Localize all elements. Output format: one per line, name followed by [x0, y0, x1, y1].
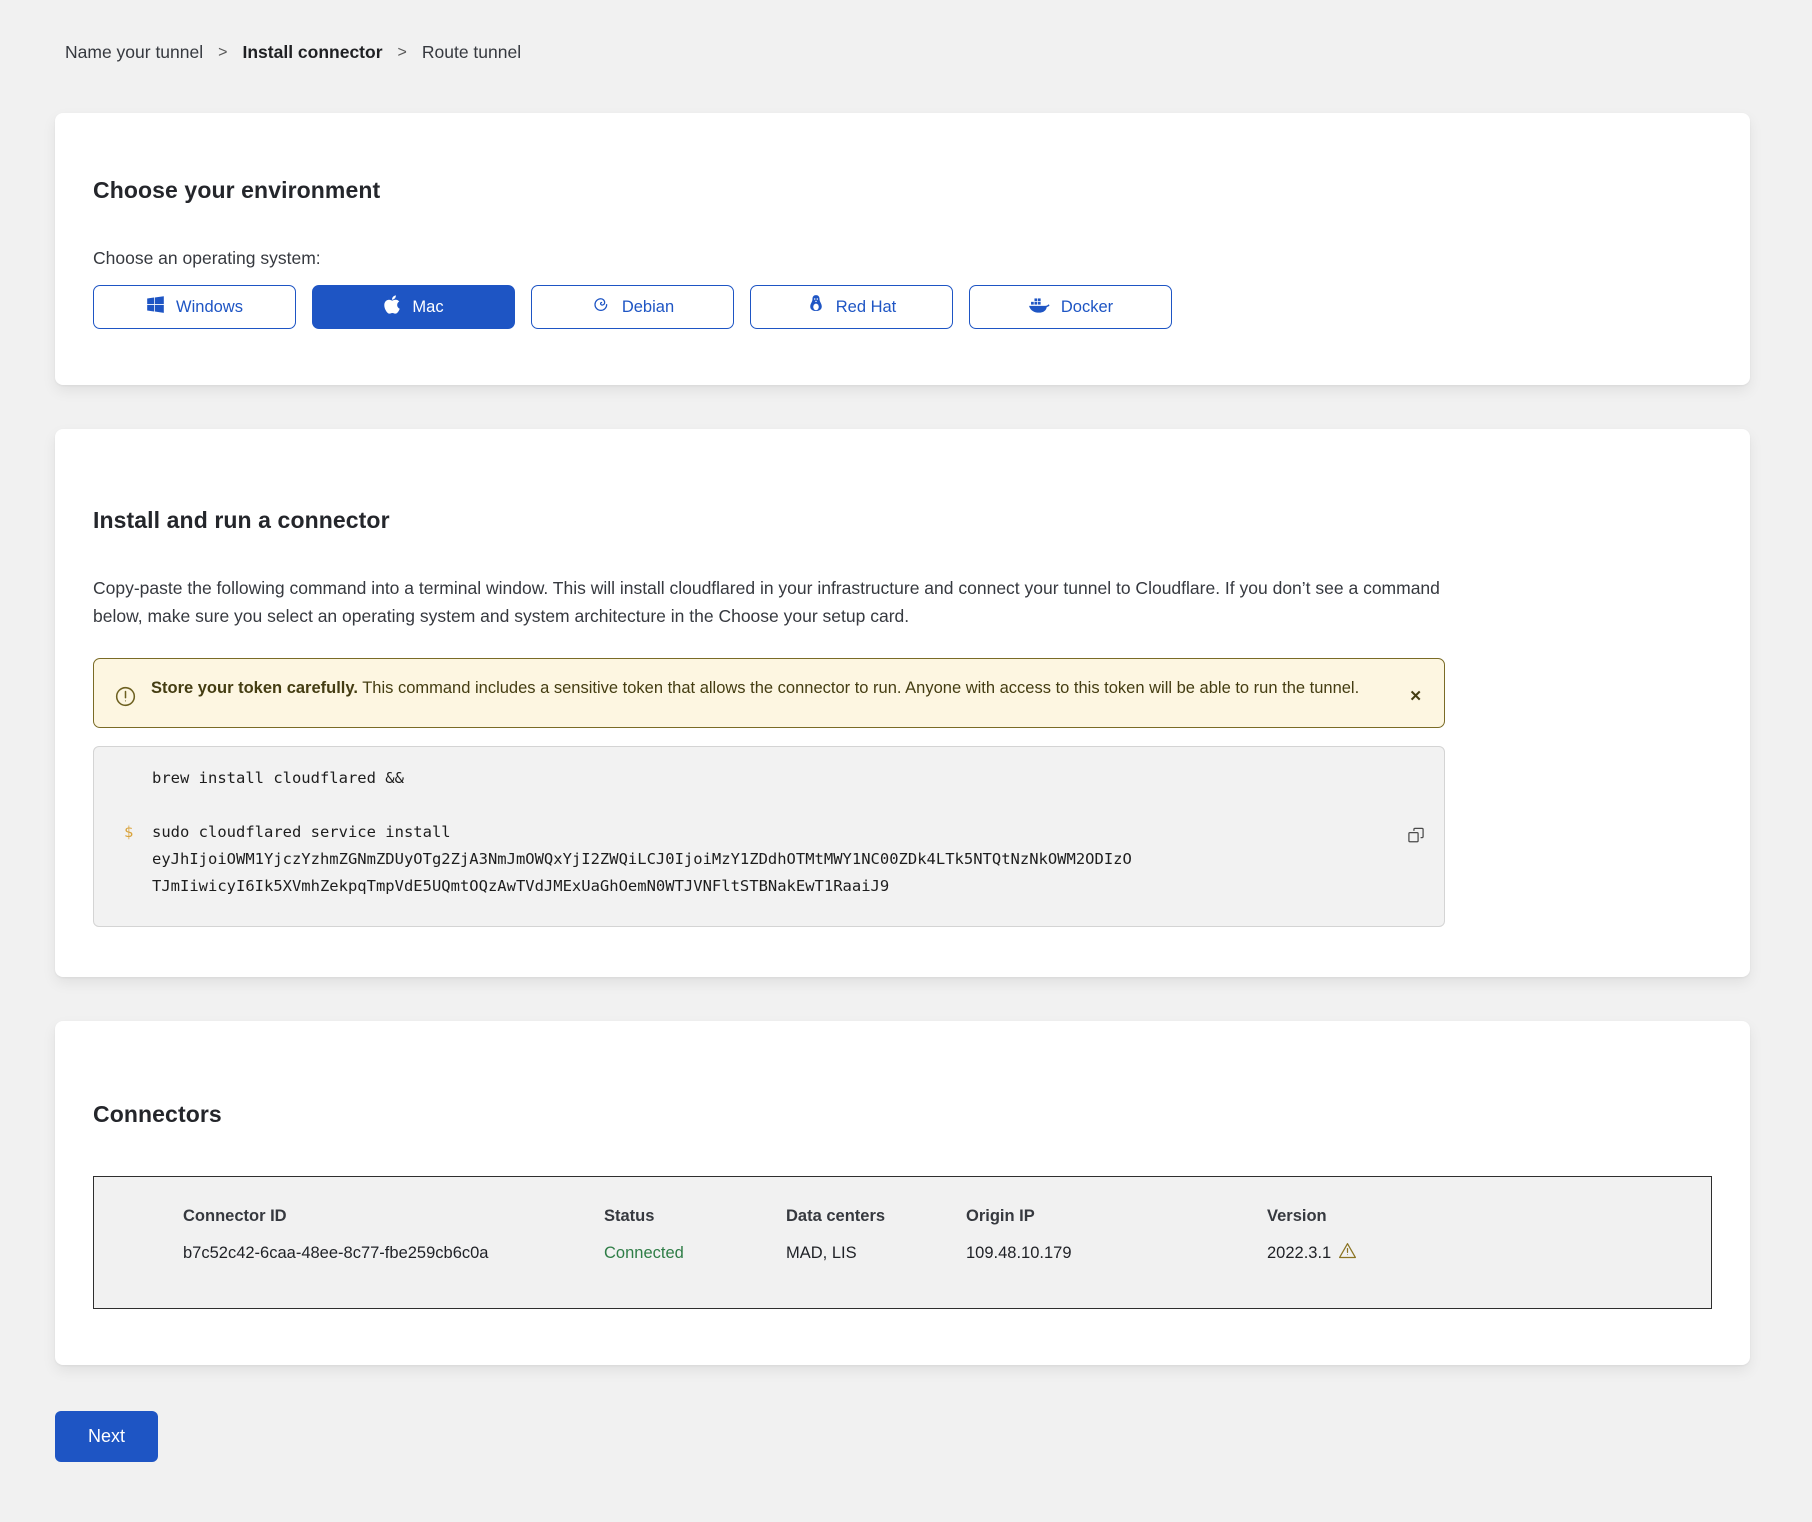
cell-connector-id: b7c52c42-6caa-48ee-8c77-fbe259cb6c0a	[183, 1244, 604, 1263]
os-button-mac[interactable]: Mac	[312, 285, 515, 329]
code-line-blank	[152, 792, 1384, 819]
os-button-row: Windows Mac Debian	[93, 285, 1712, 329]
os-button-label: Red Hat	[836, 298, 897, 317]
environment-card-title: Choose your environment	[93, 177, 1712, 204]
choose-environment-card: Choose your environment Choose an operat…	[55, 113, 1750, 385]
token-warning-banner: Store your token carefully. This command…	[93, 658, 1445, 728]
token-warning-bold: Store your token carefully.	[151, 679, 358, 697]
code-line-token-1: eyJhIjoiOWM1YjczYzhmZGNmZDUyOTg2ZjA3NmJm…	[152, 846, 1384, 873]
debian-swirl-icon	[591, 295, 611, 320]
windows-icon	[146, 295, 165, 319]
os-button-debian[interactable]: Debian	[531, 285, 734, 329]
breadcrumb-step-name-tunnel: Name your tunnel	[65, 42, 203, 63]
connectors-table-header: Connector ID Status Data centers Origin …	[183, 1207, 1691, 1226]
alert-circle-icon	[114, 685, 137, 713]
os-button-label: Mac	[412, 298, 443, 317]
chevron-right-separator: >	[398, 44, 407, 62]
os-button-docker[interactable]: Docker	[969, 285, 1172, 329]
connectors-card: Connectors Connector ID Status Data cent…	[55, 1021, 1750, 1365]
cell-origin-ip: 109.48.10.179	[966, 1244, 1267, 1263]
connectors-title: Connectors	[93, 1101, 1712, 1128]
warning-triangle-icon	[1338, 1242, 1357, 1264]
install-connector-description: Copy-paste the following command into a …	[93, 574, 1445, 630]
install-command-code-block: brew install cloudflared && $ sudo cloud…	[93, 746, 1445, 927]
os-button-label: Debian	[622, 298, 674, 317]
header-connector-id: Connector ID	[183, 1207, 604, 1226]
header-status: Status	[604, 1207, 786, 1226]
table-row: b7c52c42-6caa-48ee-8c77-fbe259cb6c0a Con…	[183, 1242, 1691, 1264]
close-icon[interactable]: ✕	[1409, 689, 1422, 704]
code-command-group: $ sudo cloudflared service install eyJhI…	[152, 819, 1384, 900]
breadcrumb-step-install-connector: Install connector	[242, 42, 382, 63]
linux-penguin-icon	[807, 294, 825, 320]
code-line-brew: brew install cloudflared &&	[152, 765, 1384, 792]
next-button[interactable]: Next	[55, 1411, 158, 1462]
header-data-centers: Data centers	[786, 1207, 966, 1226]
breadcrumb-step-route-tunnel: Route tunnel	[422, 42, 521, 63]
copy-icon[interactable]	[1402, 821, 1430, 852]
install-connector-card: Install and run a connector Copy-paste t…	[55, 429, 1750, 977]
apple-icon	[383, 294, 401, 320]
os-button-label: Windows	[176, 298, 243, 317]
connectors-table: Connector ID Status Data centers Origin …	[93, 1176, 1712, 1309]
code-line-token-2: TJmIiwicyI6Ik5XVmhZekpqTmpVdE5UQmtOQzAwT…	[152, 873, 1384, 900]
header-version: Version	[1267, 1207, 1691, 1226]
os-button-label: Docker	[1061, 298, 1113, 317]
os-button-redhat[interactable]: Red Hat	[750, 285, 953, 329]
os-select-label: Choose an operating system:	[93, 248, 1712, 269]
cell-data-centers: MAD, LIS	[786, 1244, 966, 1263]
status-badge: Connected	[604, 1244, 786, 1263]
code-line-command: sudo cloudflared service install	[152, 819, 1384, 846]
docker-whale-icon	[1028, 295, 1050, 319]
header-origin-ip: Origin IP	[966, 1207, 1267, 1226]
chevron-right-separator: >	[218, 44, 227, 62]
shell-prompt: $	[124, 819, 133, 846]
os-button-windows[interactable]: Windows	[93, 285, 296, 329]
cell-version: 2022.3.1	[1267, 1242, 1691, 1264]
install-connector-title: Install and run a connector	[93, 507, 1712, 534]
token-warning-text: Store your token carefully. This command…	[151, 673, 1385, 701]
breadcrumb: Name your tunnel > Install connector > R…	[65, 42, 1812, 63]
